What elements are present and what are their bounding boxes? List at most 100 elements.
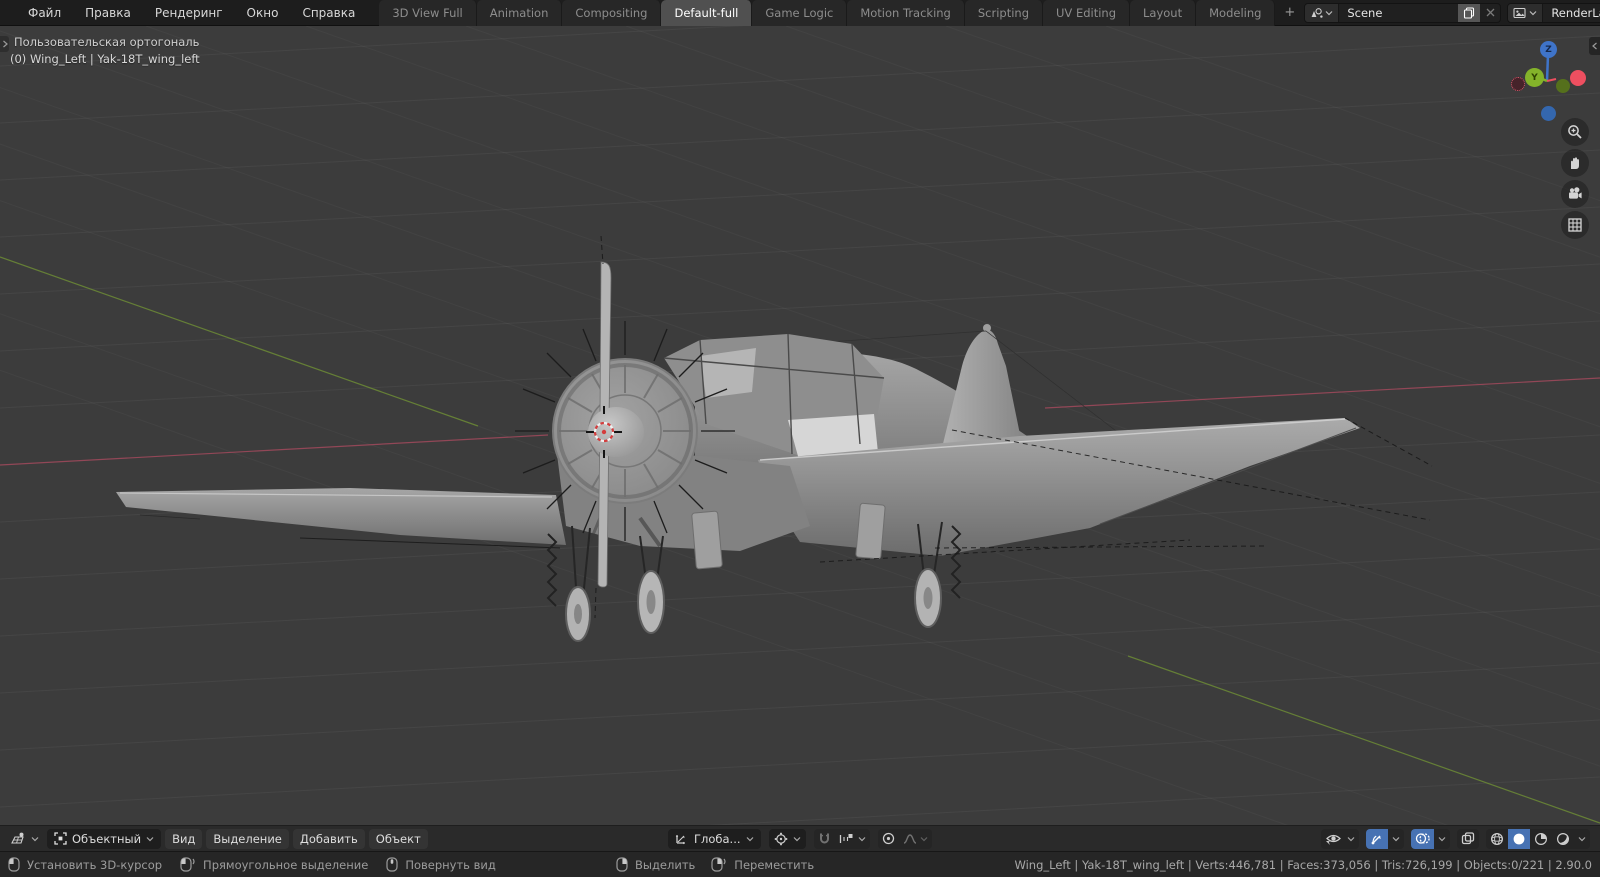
mode-dropdown[interactable]: Объектный	[47, 829, 161, 849]
gizmos-dropdown[interactable]	[1388, 829, 1404, 849]
chevron-down-icon	[858, 836, 866, 842]
snap-target-dropdown[interactable]	[835, 829, 870, 849]
tab-uv-editing[interactable]: UV Editing	[1043, 0, 1130, 26]
pan-button[interactable]	[1561, 149, 1589, 177]
zoom-button[interactable]	[1561, 118, 1589, 146]
gizmo-axis-z-negative[interactable]	[1541, 106, 1556, 121]
viewport-text-overlay: Пользовательская ортогональ (0) Wing_Lef…	[14, 34, 200, 68]
menu-render[interactable]: Рендеринг	[143, 0, 235, 26]
status-bar: Установить 3D-курсор Прямоугольное выдел…	[0, 851, 1600, 877]
editor-type-button[interactable]	[6, 829, 43, 849]
menu-edit[interactable]: Правка	[73, 0, 143, 26]
render-layer-name[interactable]: RenderLayer	[1543, 6, 1600, 20]
scene-browse-button[interactable]	[1305, 4, 1339, 22]
snap-target-icon	[839, 833, 854, 845]
render-layer-browse-button[interactable]	[1508, 4, 1543, 22]
show-object-types-eye-icon	[1325, 832, 1342, 845]
topbar: Файл Правка Рендеринг Окно Справка 3D Vi…	[0, 0, 1600, 26]
gear-spring-left	[548, 534, 556, 606]
xray-group	[1457, 829, 1479, 849]
close-icon	[1486, 8, 1495, 17]
menu-window[interactable]: Окно	[235, 0, 291, 26]
render-layer-icon	[1513, 7, 1527, 19]
object-mode-icon	[54, 832, 67, 845]
tab-compositing[interactable]: Compositing	[562, 0, 661, 26]
show-overlays-button[interactable]	[1411, 829, 1434, 849]
show-gizmos-button[interactable]	[1366, 829, 1388, 849]
menu-help[interactable]: Справка	[290, 0, 367, 26]
tab-3d-view-full[interactable]: 3D View Full	[379, 0, 476, 26]
shading-rendered-button[interactable]	[1552, 829, 1574, 849]
copy-icon	[1463, 7, 1475, 19]
toolbar-expand-arrow[interactable]	[0, 36, 9, 52]
mouse-right-icon	[616, 857, 628, 872]
new-scene-button[interactable]	[1458, 4, 1480, 22]
show-object-types-dropdown[interactable]	[1321, 829, 1359, 849]
chevron-down-icon	[746, 836, 754, 842]
shading-solid-icon	[1512, 832, 1526, 846]
menu-add[interactable]: Добавить	[293, 829, 365, 849]
menu-object[interactable]: Объект	[369, 829, 428, 849]
tab-game-logic[interactable]: Game Logic	[752, 0, 847, 26]
pivot-point-dropdown[interactable]	[769, 829, 806, 849]
scene-statistics: Wing_Left | Yak-18T_wing_left | Verts:44…	[1014, 858, 1592, 872]
chevron-down-icon	[146, 836, 154, 842]
blender-window: Файл Правка Рендеринг Окно Справка 3D Vi…	[0, 0, 1600, 877]
gizmo-axis-y-negative[interactable]	[1556, 79, 1570, 93]
falloff-dropdown[interactable]	[899, 829, 932, 849]
overlays-icon	[1415, 832, 1430, 845]
gizmo-axis-x-negative[interactable]	[1511, 77, 1525, 91]
proportional-editing-button[interactable]	[878, 829, 899, 849]
menu-view[interactable]: Вид	[165, 829, 202, 849]
orientation-label: Глоба...	[694, 832, 741, 846]
pivot-point-icon	[774, 832, 788, 846]
overlays-dropdown[interactable]	[1434, 829, 1450, 849]
shading-group	[1486, 829, 1590, 849]
gizmos-group	[1366, 829, 1404, 849]
transform-orientation-dropdown[interactable]: Глоба...	[668, 829, 761, 849]
tab-scripting[interactable]: Scripting	[965, 0, 1043, 26]
mode-label: Объектный	[72, 832, 141, 846]
chevron-down-icon	[1529, 10, 1537, 16]
snap-toggle-button[interactable]	[814, 829, 835, 849]
orientation-axes-icon	[675, 832, 689, 845]
menu-select[interactable]: Выделение	[206, 829, 289, 849]
tab-motion-tracking[interactable]: Motion Tracking	[847, 0, 965, 26]
camera-view-icon	[1567, 186, 1583, 202]
add-workspace-button[interactable]: +	[1275, 0, 1304, 26]
shading-rendered-icon	[1556, 832, 1570, 846]
tab-animation[interactable]: Animation	[477, 0, 563, 26]
snap-group	[814, 829, 870, 849]
mouse-left-drag-icon	[180, 857, 196, 872]
unlink-scene-button[interactable]	[1480, 4, 1500, 22]
navigation-gizmo[interactable]: Z Y	[1500, 30, 1595, 125]
tab-layout[interactable]: Layout	[1130, 0, 1196, 26]
tab-default-full[interactable]: Default-full	[661, 0, 752, 26]
mouse-left-icon	[8, 857, 20, 872]
scene-selector: Scene	[1304, 3, 1501, 23]
xray-icon	[1461, 832, 1475, 845]
hint-set-3d-cursor: Установить 3D-курсор	[8, 857, 162, 872]
3d-viewport[interactable]: Пользовательская ортогональ (0) Wing_Lef…	[0, 26, 1600, 851]
shading-material-button[interactable]	[1530, 829, 1552, 849]
grid-ortho-icon	[1567, 217, 1583, 233]
chevron-down-icon	[1347, 836, 1355, 842]
scene-name[interactable]: Scene	[1339, 6, 1458, 20]
menu-file[interactable]: Файл	[16, 0, 73, 26]
toggle-ortho-button[interactable]	[1561, 211, 1589, 239]
shading-solid-button[interactable]	[1508, 829, 1530, 849]
gizmo-axis-z-positive[interactable]: Z	[1540, 41, 1557, 58]
editor-3d-viewport-icon	[10, 832, 26, 846]
toggle-xray-button[interactable]	[1457, 829, 1479, 849]
shading-dropdown[interactable]	[1574, 829, 1590, 849]
gizmo-axis-x-positive[interactable]	[1570, 70, 1586, 86]
gizmo-axis-y-positive[interactable]: Y	[1525, 68, 1544, 87]
tab-modeling[interactable]: Modeling	[1196, 0, 1275, 26]
chevron-down-icon	[31, 836, 39, 842]
workspace-tabs: 3D View Full Animation Compositing Defau…	[379, 0, 1304, 26]
chevron-down-icon	[1438, 836, 1446, 842]
camera-view-button[interactable]	[1561, 180, 1589, 208]
shading-wireframe-button[interactable]	[1486, 829, 1508, 849]
hint-box-select: Прямоугольное выделение	[180, 857, 368, 872]
falloff-curve-icon	[903, 833, 917, 845]
